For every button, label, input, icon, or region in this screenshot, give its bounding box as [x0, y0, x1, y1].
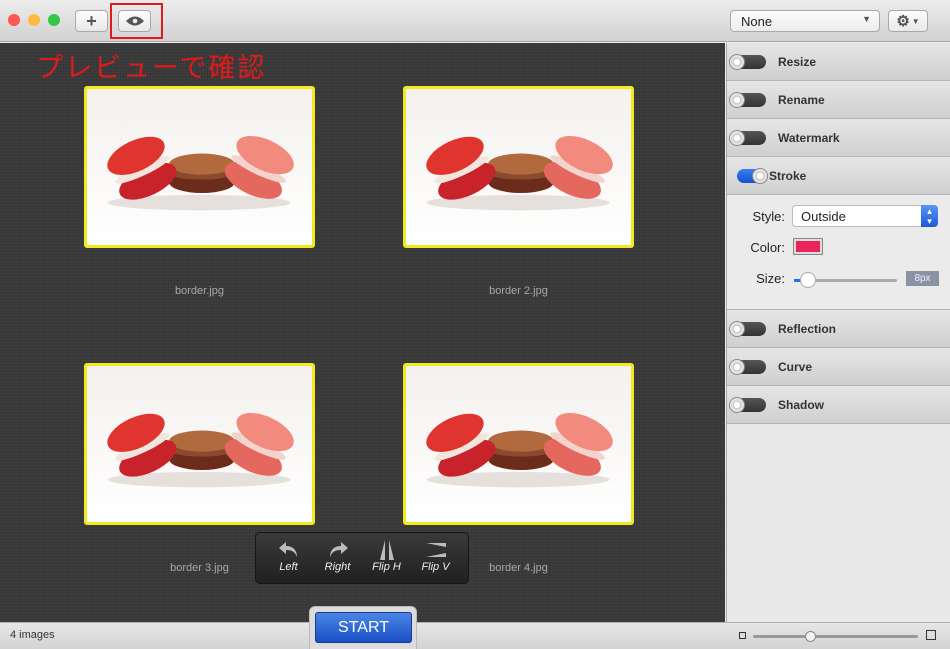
- settings-button[interactable]: ⚙ ▼: [888, 10, 928, 32]
- highlight-box: [110, 3, 163, 39]
- option-shadow[interactable]: Shadow: [727, 386, 950, 424]
- slider-knob[interactable]: [805, 631, 816, 642]
- flip-horizontal-button[interactable]: Flip H: [364, 539, 410, 577]
- image-thumbnail[interactable]: [403, 363, 634, 525]
- option-reflection[interactable]: Reflection: [727, 310, 950, 348]
- stroke-color-well[interactable]: [793, 238, 823, 255]
- option-resize[interactable]: Resize: [727, 43, 950, 81]
- image-grid: border.jpg border 2.jpg border 3.jpg bor…: [0, 43, 725, 622]
- plus-icon: +: [86, 10, 97, 31]
- rename-toggle[interactable]: [729, 91, 766, 108]
- dropdown-arrow-icon: ▼: [862, 14, 871, 24]
- image-filename: border.jpg: [175, 285, 224, 297]
- flip-vertical-icon: [425, 543, 446, 557]
- image-thumbnail[interactable]: [84, 86, 315, 248]
- large-thumb-icon: [926, 630, 936, 640]
- stepper-arrows-icon: ▴ ▾: [921, 205, 938, 227]
- close-button[interactable]: [8, 14, 20, 26]
- stroke-size-value: 8px: [906, 271, 939, 286]
- option-rename[interactable]: Rename: [727, 81, 950, 119]
- stroke-size-slider[interactable]: [794, 272, 897, 288]
- status-bar: 4 images: [0, 622, 950, 649]
- zoom-button[interactable]: [48, 14, 60, 26]
- thumbnail-size-slider[interactable]: [753, 631, 918, 642]
- image-filename: border 2.jpg: [489, 285, 548, 297]
- dropdown-arrow-icon: ▼: [911, 16, 920, 26]
- rotate-left-icon: [278, 542, 297, 557]
- annotation-text: プレビューで確認: [36, 53, 267, 84]
- stroke-style-select[interactable]: Outside ▴ ▾: [792, 205, 938, 227]
- macaron-photo: [107, 412, 294, 488]
- flip-vertical-button[interactable]: Flip V: [413, 539, 459, 577]
- transform-toolbar: Left Right Flip H Flip V: [255, 532, 469, 584]
- shadow-toggle[interactable]: [729, 396, 766, 413]
- stroke-settings: Style: Outside ▴ ▾ Color: Size: 8px: [727, 195, 950, 310]
- flip-horizontal-icon: [379, 540, 394, 560]
- option-stroke[interactable]: Stroke: [727, 157, 950, 195]
- slider-knob[interactable]: [800, 272, 817, 288]
- stroke-toggle[interactable]: [737, 167, 768, 184]
- reflection-toggle[interactable]: [729, 320, 766, 337]
- gear-icon: ⚙: [896, 13, 910, 30]
- watermark-toggle[interactable]: [729, 129, 766, 146]
- rotate-right-button[interactable]: Right: [315, 539, 361, 577]
- image-thumbnail[interactable]: [403, 86, 634, 248]
- option-curve[interactable]: Curve: [727, 348, 950, 386]
- macaron-photo: [426, 412, 613, 488]
- rotate-left-button[interactable]: Left: [266, 539, 312, 577]
- small-thumb-icon: [739, 632, 746, 639]
- macaron-photo: [426, 135, 613, 211]
- macaron-photo: [107, 135, 294, 211]
- minimize-button[interactable]: [28, 14, 40, 26]
- preset-select[interactable]: None ▼: [730, 10, 880, 32]
- rotate-right-icon: [329, 542, 348, 557]
- start-area: START: [309, 606, 417, 649]
- options-sidebar: Resize Rename Watermark Stroke Style: Outsi…: [726, 43, 950, 622]
- title-bar: + None ▼ ⚙ ▼: [0, 0, 950, 42]
- resize-toggle[interactable]: [729, 53, 766, 70]
- start-button[interactable]: START: [315, 612, 412, 643]
- image-count: 4 images: [10, 629, 55, 641]
- curve-toggle[interactable]: [729, 358, 766, 375]
- add-button[interactable]: +: [75, 10, 108, 32]
- image-thumbnail[interactable]: [84, 363, 315, 525]
- option-watermark[interactable]: Watermark: [727, 119, 950, 157]
